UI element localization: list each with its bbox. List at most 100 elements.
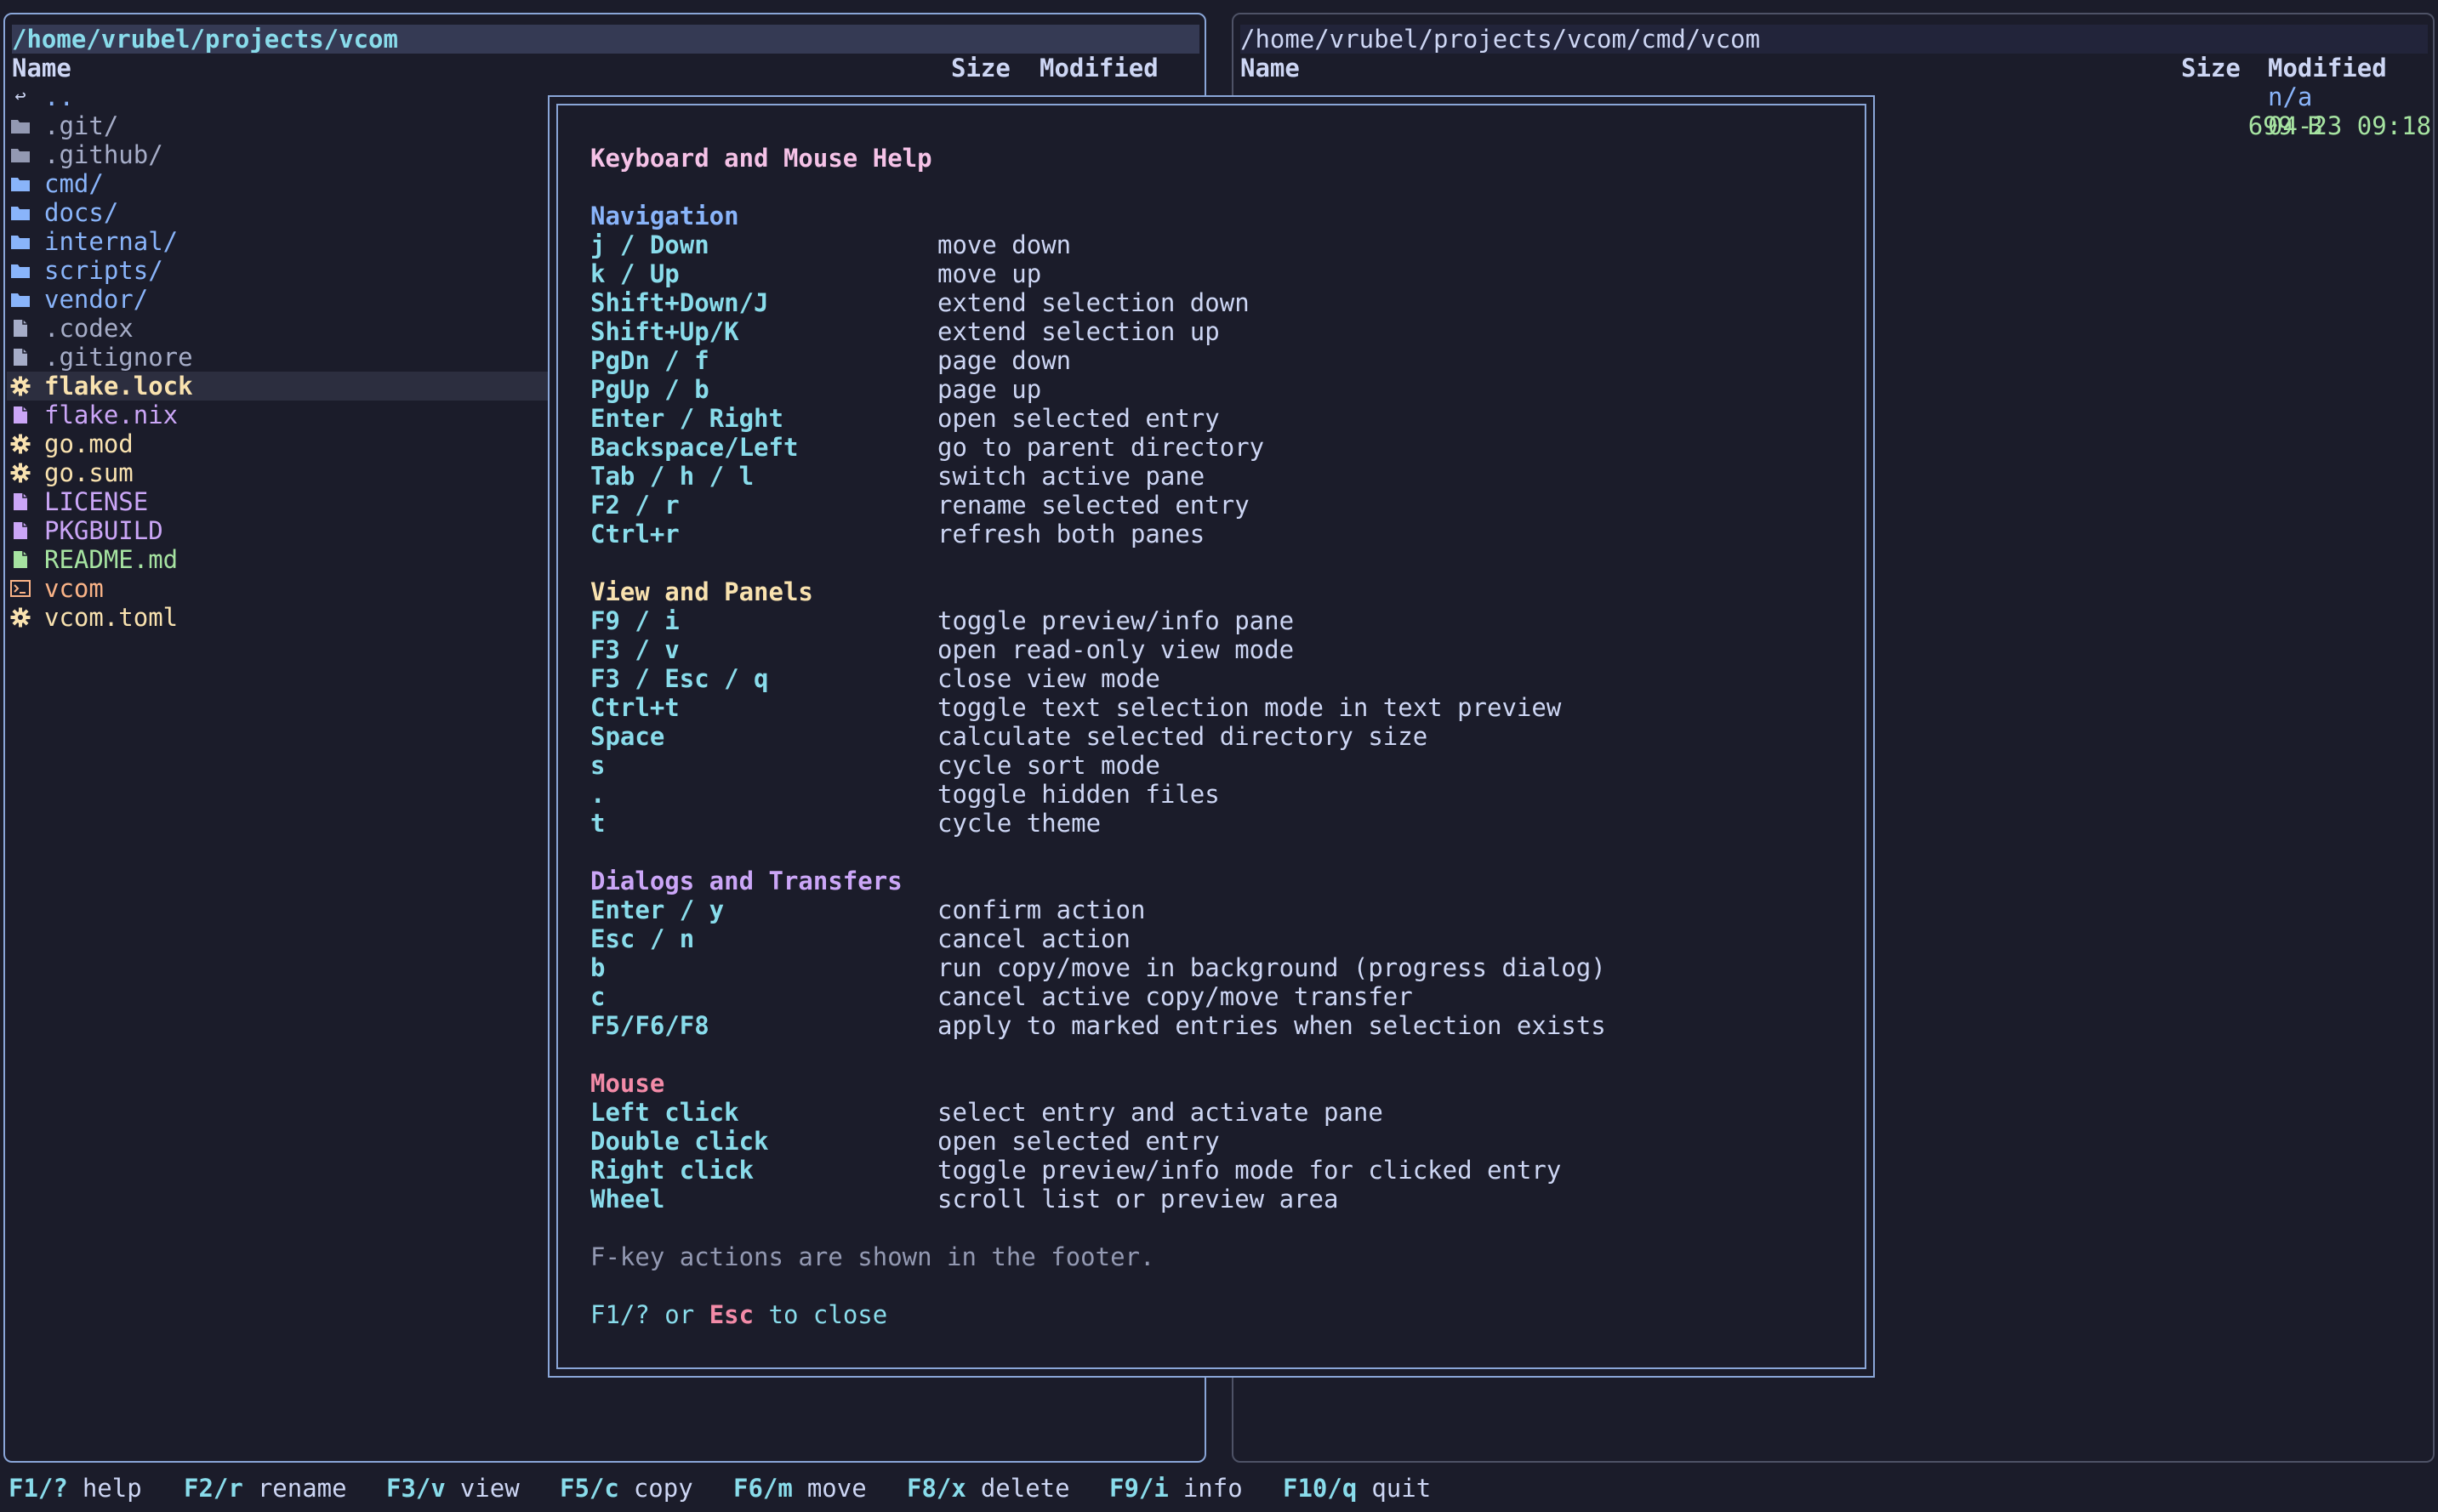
help-shortcut-description: go to parent directory	[937, 433, 1265, 462]
folder-icon	[10, 140, 31, 169]
file-list-item[interactable]: PKGBUILD	[7, 516, 548, 545]
help-shortcut-description: extend selection up	[937, 317, 1220, 346]
file-name: .github/	[44, 140, 163, 169]
help-shortcut-key: Double click	[590, 1127, 769, 1156]
file-icon	[10, 401, 31, 429]
right-col-modified-header[interactable]: Modified	[2268, 54, 2387, 82]
file-list-item[interactable]: .codex	[7, 314, 548, 343]
file-name: flake.nix	[44, 401, 179, 429]
footer-shortcut[interactable]: F10/q quit	[1283, 1471, 1431, 1505]
footer-shortcut[interactable]: F3/v view	[386, 1471, 520, 1505]
help-shortcut-key: k / Up	[590, 259, 680, 288]
help-shortcut-key: .	[590, 780, 606, 809]
file-icon	[10, 314, 31, 343]
right-row-modified: n/a	[2268, 82, 2313, 111]
file-list-item[interactable]: .git/	[7, 111, 548, 140]
help-shortcut-key: Wheel	[590, 1185, 665, 1214]
left-col-modified-header[interactable]: Modified	[1040, 54, 1159, 82]
right-col-name-header[interactable]: Name	[1240, 54, 1300, 82]
gear-icon	[10, 603, 31, 632]
help-close-hint: F1/? or Esc to close	[590, 1300, 887, 1329]
file-name: PKGBUILD	[44, 516, 163, 545]
help-shortcut-key: t	[590, 809, 606, 838]
file-icon	[10, 343, 31, 372]
help-shortcut-key: Right click	[590, 1156, 755, 1185]
file-list-item[interactable]: go.sum	[7, 458, 548, 487]
file-list-item[interactable]: vcom.toml	[7, 603, 548, 632]
file-list-item[interactable]: .github/	[7, 140, 548, 169]
help-shortcut-description: move up	[937, 259, 1042, 288]
help-shortcut-description: refresh both panes	[937, 520, 1205, 549]
help-shortcut-key: Ctrl+r	[590, 520, 680, 549]
file-list-item[interactable]: .gitignore	[7, 343, 548, 372]
footer-shortcut-label: rename	[257, 1474, 347, 1503]
footer-shortcut[interactable]: F9/i info	[1109, 1471, 1243, 1505]
gear-icon	[10, 458, 31, 487]
help-shortcut-description: move down	[937, 230, 1072, 259]
help-shortcut-description: toggle preview/info mode for clicked ent…	[937, 1156, 1562, 1185]
help-shortcut-key: j / Down	[590, 230, 709, 259]
file-list-item[interactable]: flake.lock	[7, 372, 548, 401]
help-section-title: Mouse	[590, 1069, 665, 1098]
help-shortcut-key: Ctrl+t	[590, 693, 680, 722]
file-icon	[10, 545, 31, 574]
help-section-title: View and Panels	[590, 577, 813, 606]
folder-icon	[10, 198, 31, 227]
file-list-item[interactable]: README.md	[7, 545, 548, 574]
help-shortcut-key: F2 / r	[590, 491, 680, 520]
footer-shortcut-key: F6/m	[733, 1474, 793, 1503]
footer-shortcut-label: copy	[633, 1474, 693, 1503]
help-shortcut-key: Enter / y	[590, 895, 725, 924]
help-shortcut-description: close view mode	[937, 664, 1160, 693]
help-shortcut-description: open selected entry	[937, 1127, 1220, 1156]
file-name: .git/	[44, 111, 119, 140]
folder-icon	[10, 169, 31, 198]
file-name: vcom.toml	[44, 603, 179, 632]
footer-shortcut[interactable]: F1/? help	[9, 1471, 142, 1505]
file-list-item[interactable]: LICENSE	[7, 487, 548, 516]
help-shortcut-key: Shift+Down/J	[590, 288, 769, 317]
file-list-item[interactable]: flake.nix	[7, 401, 548, 429]
help-dialog[interactable]: Keyboard and Mouse Help Navigation j / Do…	[548, 95, 1875, 1378]
footer-shortcut[interactable]: F5/c copy	[560, 1471, 693, 1505]
footer-shortcut-key: F8/x	[907, 1474, 966, 1503]
help-shortcut-description: calculate selected directory size	[937, 722, 1428, 751]
gear-icon	[10, 429, 31, 458]
help-shortcut-description: page up	[937, 375, 1042, 404]
help-shortcut-description: switch active pane	[937, 462, 1205, 491]
folder-icon	[10, 227, 31, 256]
file-list-item[interactable]: vcom	[7, 574, 548, 603]
left-col-name-header[interactable]: Name	[12, 54, 71, 82]
file-list-item[interactable]: go.mod	[7, 429, 548, 458]
footer-shortcut-key: F2/r	[184, 1474, 243, 1503]
terminal-icon	[10, 574, 31, 603]
file-name: docs/	[44, 198, 119, 227]
file-list-item[interactable]: internal/	[7, 227, 548, 256]
right-col-size-header[interactable]: Size	[2181, 54, 2241, 82]
file-list-item[interactable]: vendor/	[7, 285, 548, 314]
footer-shortcut[interactable]: F6/m move	[733, 1471, 867, 1505]
footer-shortcut[interactable]: F8/x delete	[907, 1471, 1070, 1505]
help-shortcut-key: Shift+Up/K	[590, 317, 739, 346]
file-list-item[interactable]: docs/	[7, 198, 548, 227]
footer-shortcut-key: F5/c	[560, 1474, 619, 1503]
footer-shortcut-key: F10/q	[1283, 1474, 1358, 1503]
right-pane-path: /home/vrubel/projects/vcom/cmd/vcom	[1240, 25, 2428, 54]
file-list-item[interactable]: ↩..	[7, 82, 548, 111]
help-title: Keyboard and Mouse Help	[590, 144, 932, 173]
help-shortcut-description: open selected entry	[937, 404, 1220, 433]
footer-shortcut-label: delete	[980, 1474, 1070, 1503]
help-shortcut-key: Esc / n	[590, 924, 695, 953]
left-col-size-header[interactable]: Size	[951, 54, 1011, 82]
file-list-item[interactable]: scripts/	[7, 256, 548, 285]
return-arrow-icon: ↩	[14, 86, 26, 107]
help-shortcut-key: F3 / v	[590, 635, 680, 664]
footer-shortcut[interactable]: F2/r rename	[184, 1471, 347, 1505]
help-shortcut-key: F9 / i	[590, 606, 680, 635]
help-shortcut-description: cycle sort mode	[937, 751, 1160, 780]
right-row-modified: 04-23 09:18	[2268, 111, 2432, 140]
file-list-item[interactable]: cmd/	[7, 169, 548, 198]
footer-shortcut-key: F3/v	[386, 1474, 446, 1503]
file-icon	[10, 516, 31, 545]
help-shortcut-description: cycle theme	[937, 809, 1102, 838]
